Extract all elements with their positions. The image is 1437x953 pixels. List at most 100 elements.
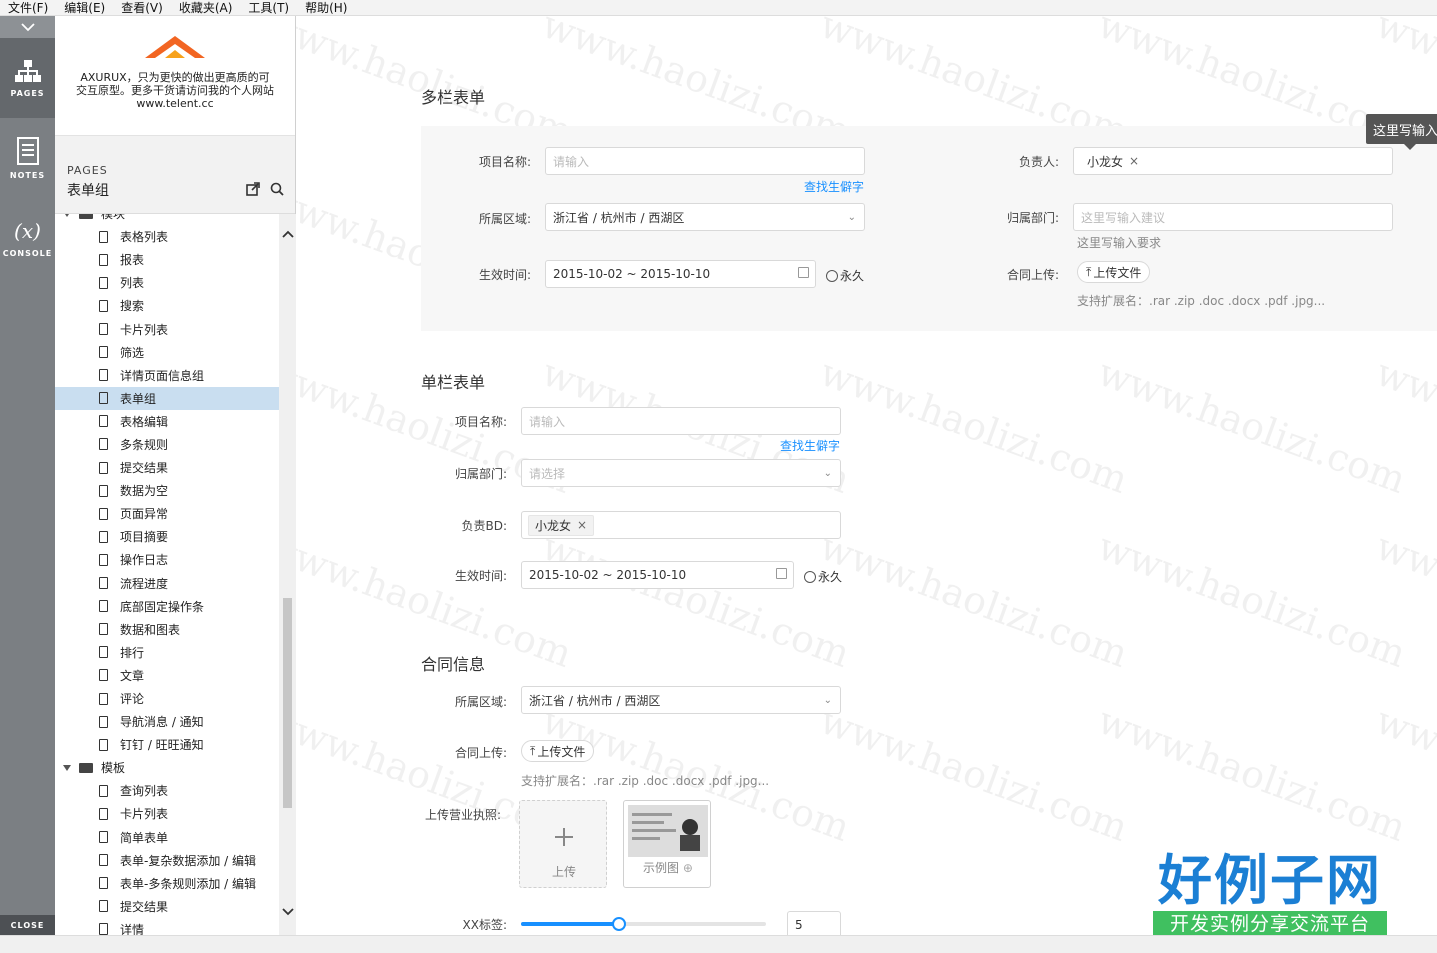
tree-page-item[interactable]: 筛选	[55, 341, 279, 364]
tree-page-item[interactable]: 表单-多条规则添加 / 编辑	[55, 872, 279, 895]
calendar-icon	[776, 568, 787, 579]
xx-slider[interactable]	[521, 917, 766, 931]
close-icon[interactable]: ×	[577, 518, 587, 532]
tree-page-item[interactable]: 页面异常	[55, 502, 279, 525]
sample-card[interactable]: 示例图 ⊕	[623, 800, 711, 888]
contract-region-label: 所属区域:	[454, 695, 507, 709]
menu-view[interactable]: 查看(V)	[121, 1, 163, 15]
multi-project-input[interactable]: 请输入	[545, 147, 865, 175]
single-date-range[interactable]: 2015-10-02 ~ 2015-10-10	[521, 561, 794, 589]
tree-item-label: 表格编辑	[120, 414, 169, 429]
page-icon	[99, 923, 108, 935]
scroll-thumb[interactable]	[283, 598, 292, 808]
upload-icon: ⤒	[1086, 264, 1092, 279]
multi-project-label: 项目名称:	[478, 155, 531, 169]
multi-upload-button[interactable]: ⤒ 上传文件	[1077, 261, 1151, 283]
tree-page-item[interactable]: 卡片列表	[55, 317, 279, 340]
license-upload-card[interactable]: 上传	[519, 800, 607, 888]
tree-page-item[interactable]: 表单-复杂数据添加 / 编辑	[55, 849, 279, 872]
contract-region-select[interactable]: 浙江省 / 杭州市 / 西湖区 ⌄	[521, 686, 841, 714]
tree-page-item[interactable]: 详情页面信息组	[55, 364, 279, 387]
tree-page-item[interactable]: 提交结果	[55, 895, 279, 918]
watermark-text: www.haolizi.com	[814, 523, 1134, 677]
folder-icon	[79, 214, 93, 219]
tree-folder[interactable]: 模板	[55, 756, 279, 779]
menu-file[interactable]: 文件(F)	[8, 1, 48, 15]
scroll-down-icon[interactable]	[282, 908, 294, 916]
single-dept-select[interactable]: 请选择 ⌄	[521, 459, 841, 487]
expand-arrow-icon[interactable]	[63, 764, 71, 771]
multi-find-link[interactable]: 查找生僻字	[804, 178, 864, 195]
tree-page-item[interactable]: 提交结果	[55, 456, 279, 479]
export-icon[interactable]	[246, 182, 260, 196]
contract-upload-button[interactable]: ⤒ 上传文件	[521, 740, 595, 762]
multi-forever-radio[interactable]: 永久	[826, 267, 864, 284]
logo-url[interactable]: www.telent.cc	[55, 97, 295, 110]
close-icon[interactable]: ×	[1129, 154, 1139, 168]
slider-handle[interactable]	[612, 917, 626, 931]
tree-page-item[interactable]: 表格列表	[55, 225, 279, 248]
tree-scrollbar[interactable]	[279, 214, 296, 935]
tree-page-item[interactable]: 数据和图表	[55, 618, 279, 641]
console-button-label: CONSOLE	[2, 248, 53, 258]
page-icon	[99, 738, 108, 751]
tree-page-item[interactable]: 排行	[55, 641, 279, 664]
variable-icon: (x)	[14, 218, 41, 243]
tree-page-item[interactable]: 列表	[55, 271, 279, 294]
scroll-up-icon[interactable]	[282, 230, 294, 238]
xx-number-input[interactable]: 5	[787, 911, 841, 935]
menu-tools[interactable]: 工具(T)	[248, 1, 289, 15]
single-forever-radio[interactable]: 永久	[804, 568, 842, 585]
page-icon	[99, 507, 108, 520]
tree-page-item[interactable]: 简单表单	[55, 826, 279, 849]
tree-page-item[interactable]: 报表	[55, 248, 279, 271]
tree-page-item[interactable]: 文章	[55, 664, 279, 687]
tree-page-item[interactable]: 导航消息 / 通知	[55, 710, 279, 733]
tree-page-item[interactable]: 数据为空	[55, 479, 279, 502]
owner-tag-label: 小龙女	[1087, 154, 1124, 169]
tree-folder[interactable]: 模块	[55, 214, 279, 225]
tree-page-item[interactable]: 查询列表	[55, 779, 279, 802]
page-icon	[99, 530, 108, 543]
tree-page-item[interactable]: 搜索	[55, 294, 279, 317]
pages-button[interactable]: PAGES	[0, 38, 55, 118]
tree-page-item[interactable]: 流程进度	[55, 572, 279, 595]
tree-page-item[interactable]: 操作日志	[55, 548, 279, 571]
watermark-text: www.haolizi.com	[1092, 697, 1412, 851]
single-project-input[interactable]: 请输入	[521, 407, 841, 435]
search-page-icon[interactable]	[270, 182, 284, 196]
menu-edit[interactable]: 编辑(E)	[64, 1, 105, 15]
plus-icon	[555, 828, 573, 846]
tree-page-item[interactable]: 项目摘要	[55, 525, 279, 548]
tree-item-label: 提交结果	[120, 461, 169, 476]
multi-region-select[interactable]: 浙江省 / 杭州市 / 西湖区 ⌄	[545, 203, 865, 231]
tree-page-item[interactable]: 钉钉 / 旺旺通知	[55, 733, 279, 756]
console-button[interactable]: (x) CONSOLE	[0, 198, 55, 278]
close-button[interactable]: CLOSE	[0, 915, 55, 935]
zoom-icon[interactable]: ⊕	[683, 861, 693, 875]
collapse-toggle[interactable]	[0, 16, 55, 38]
menu-favorites[interactable]: 收藏夹(A)	[179, 1, 233, 15]
multi-dept-input[interactable]: 这里写输入建议	[1073, 203, 1393, 231]
single-find-link[interactable]: 查找生僻字	[780, 437, 840, 454]
chevron-down-icon: ⌄	[823, 468, 832, 479]
sitemap-icon	[14, 59, 41, 82]
multi-owner-input[interactable]: 小龙女 ×	[1073, 147, 1393, 175]
tree-page-item[interactable]: 评论	[55, 687, 279, 710]
tooltip: 这里写输入	[1366, 114, 1437, 150]
axurux-logo-icon	[145, 36, 205, 58]
page-icon	[99, 646, 108, 659]
chevron-down-icon: ⌄	[823, 695, 832, 706]
tree-page-item[interactable]: 详情	[55, 918, 279, 935]
expand-arrow-icon[interactable]	[63, 214, 71, 217]
tree-page-item[interactable]: 底部固定操作条	[55, 595, 279, 618]
multi-date-range[interactable]: 2015-10-02 ~ 2015-10-10	[545, 260, 816, 288]
menu-help[interactable]: 帮助(H)	[305, 1, 347, 15]
tree-page-item[interactable]: 表单组	[55, 386, 279, 410]
multi-dept-hint: 这里写输入要求	[1077, 236, 1162, 250]
single-bd-input[interactable]: 小龙女 ×	[521, 511, 841, 539]
tree-page-item[interactable]: 多条规则	[55, 433, 279, 456]
notes-button[interactable]: NOTES	[0, 118, 55, 198]
tree-page-item[interactable]: 卡片列表	[55, 802, 279, 825]
tree-page-item[interactable]: 表格编辑	[55, 410, 279, 433]
